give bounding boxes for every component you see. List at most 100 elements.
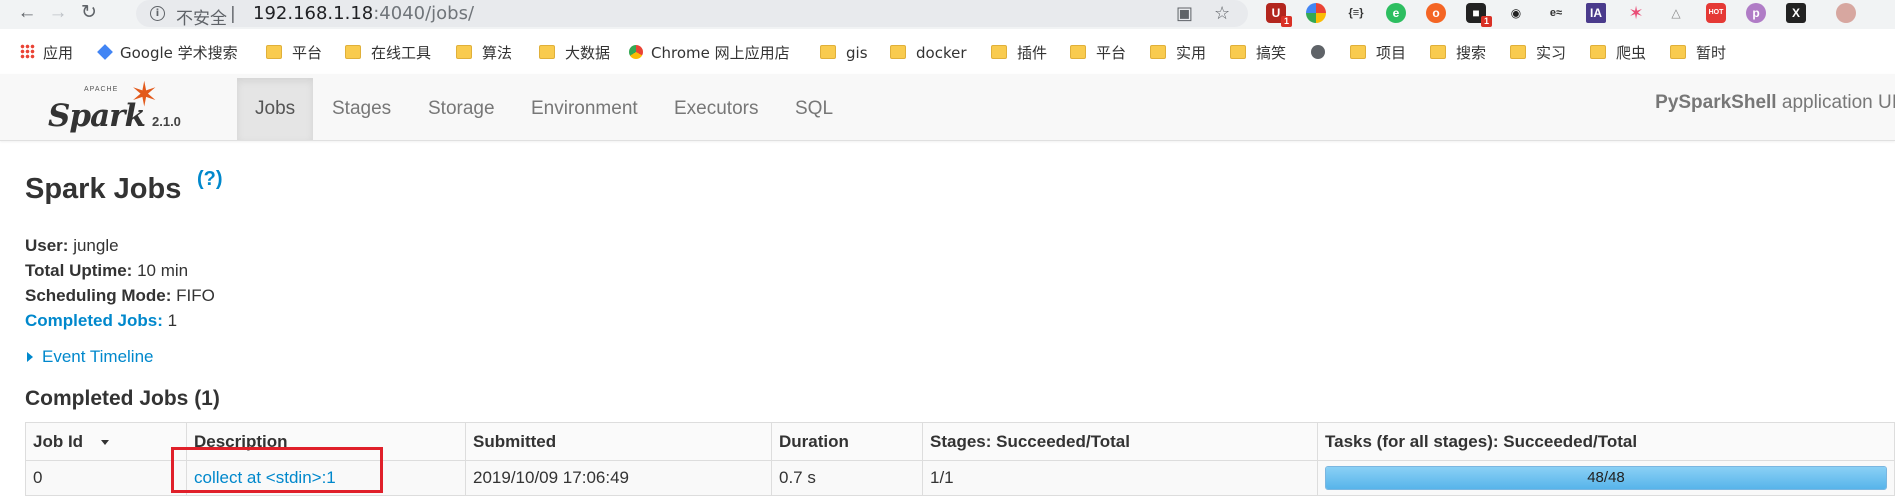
extension-mask-icon[interactable]: ◉ <box>1506 3 1526 23</box>
completed-jobs-link[interactable]: Completed Jobs: <box>25 311 163 330</box>
profile-avatar-icon[interactable] <box>1836 3 1856 23</box>
spark-logo[interactable]: APACHE ✶ Spark 2.1.0 <box>48 78 198 136</box>
extension-json-icon[interactable]: {≡} <box>1346 3 1366 23</box>
folder-icon <box>1590 44 1606 59</box>
header-label: Tasks (for all stages): Succeeded/Total <box>1325 431 1638 451</box>
extension-pinwheel-icon[interactable]: ✶ <box>1626 3 1646 23</box>
help-link[interactable]: (?) <box>197 168 223 191</box>
bookmark-label: 平台 <box>292 44 323 62</box>
star-icon[interactable]: ☆ <box>1214 3 1230 24</box>
header-label: Duration <box>779 431 849 451</box>
bookmark-label: Chrome 网上应用店 <box>651 44 790 62</box>
header-job-id[interactable]: Job Id <box>25 422 187 461</box>
bookmark-chrome-store[interactable]: Chrome 网上应用店 <box>629 43 790 63</box>
bookmark-folder[interactable]: 搜索 <box>1430 43 1486 63</box>
bookmark-label: docker <box>916 44 967 62</box>
summary-value: jungle <box>68 236 119 255</box>
tab-jobs[interactable]: Jobs <box>237 78 314 140</box>
bookmark-folder[interactable]: 插件 <box>991 43 1047 63</box>
bookmark-folder[interactable]: 暂时 <box>1670 43 1726 63</box>
bookmark-folder[interactable]: 在线工具 <box>345 43 431 63</box>
folder-icon <box>1070 44 1086 59</box>
summary-label: Scheduling Mode: <box>25 286 172 305</box>
bookmark-label: 算法 <box>482 44 513 62</box>
bookmark-folder[interactable]: 爬虫 <box>1590 43 1646 63</box>
header-duration[interactable]: Duration <box>771 422 923 461</box>
summary-completed-jobs: Completed Jobs: 1 <box>25 311 177 331</box>
extension-shield-icon[interactable]: U1 <box>1266 3 1292 27</box>
extension-ia-icon[interactable]: IA <box>1586 3 1606 23</box>
security-label: 不安全 <box>176 9 227 29</box>
folder-icon <box>890 44 906 59</box>
scholar-icon <box>97 43 113 60</box>
tab-sql[interactable]: SQL <box>777 78 851 140</box>
bookmark-globe[interactable] <box>1311 43 1325 63</box>
app-name-bold: PySparkShell <box>1655 92 1777 113</box>
header-label: Submitted <box>473 431 557 451</box>
folder-icon <box>1510 44 1526 59</box>
bookmark-label: 实习 <box>1536 44 1567 62</box>
event-timeline-toggle[interactable]: Event Timeline <box>27 347 154 367</box>
bookmark-folder[interactable]: 算法 <box>456 43 512 63</box>
header-submitted[interactable]: Submitted <box>465 422 772 461</box>
bookmark-folder[interactable]: 平台 <box>1070 43 1126 63</box>
bookmark-folder[interactable]: gis <box>820 43 868 63</box>
folder-icon <box>820 44 836 59</box>
translate-icon[interactable]: ▣ <box>1176 3 1193 24</box>
cell-stages: 1/1 <box>922 460 1318 496</box>
bookmark-folder[interactable]: docker <box>890 43 967 63</box>
bookmark-folder[interactable]: 实用 <box>1150 43 1206 63</box>
url-text[interactable]: 192.168.1.18:4040/jobs/ <box>253 3 474 24</box>
extension-dark-icon[interactable]: ■ 1 <box>1466 3 1492 27</box>
info-icon[interactable]: i <box>150 6 165 21</box>
spark-version: 2.1.0 <box>152 114 181 129</box>
bookmark-google-scholar[interactable]: Google 学术搜索 <box>97 43 238 63</box>
extension-translate-icon[interactable]: e≈ <box>1546 3 1566 23</box>
tab-executors[interactable]: Executors <box>656 78 776 140</box>
extension-chrome-icon[interactable] <box>1306 3 1326 23</box>
logo-wordmark: Spark <box>48 98 146 134</box>
summary-label: Total Uptime: <box>25 261 133 280</box>
address-bar[interactable]: i 不安全 | 192.168.1.18:4040/jobs/ ▣ ☆ <box>136 0 1248 29</box>
folder-icon <box>1430 44 1446 59</box>
app-name-suffix: application UI <box>1776 92 1895 113</box>
extension-evernote-icon[interactable]: e <box>1386 3 1406 23</box>
header-stages[interactable]: Stages: Succeeded/Total <box>922 422 1318 461</box>
extension-tree-icon[interactable]: △ <box>1666 3 1686 23</box>
tab-stages[interactable]: Stages <box>314 78 409 140</box>
forward-arrow-icon[interactable]: → <box>47 2 69 24</box>
header-label: Stages: Succeeded/Total <box>930 431 1130 451</box>
bookmark-label: 在线工具 <box>371 44 432 62</box>
bookmark-folder[interactable]: 实习 <box>1510 43 1566 63</box>
cell-duration: 0.7 s <box>771 460 923 496</box>
extension-red-icon[interactable]: HOT <box>1706 3 1726 23</box>
bookmark-apps[interactable]: 应用 <box>20 43 73 63</box>
chrome-store-icon <box>629 44 643 59</box>
extension-badge: 1 <box>1480 16 1492 27</box>
bookmark-folder[interactable]: 平台 <box>266 43 322 63</box>
tab-environment[interactable]: Environment <box>513 78 656 140</box>
bookmark-folder[interactable]: 大数据 <box>539 43 610 63</box>
tasks-progress-bar: 48/48 <box>1325 466 1887 490</box>
progress-text: 48/48 <box>1587 469 1625 486</box>
bookmark-label: 暂时 <box>1696 44 1727 62</box>
bookmark-folder[interactable]: 搞笑 <box>1230 43 1286 63</box>
folder-icon <box>539 44 555 59</box>
header-tasks[interactable]: Tasks (for all stages): Succeeded/Total <box>1317 422 1895 461</box>
folder-icon <box>456 44 472 59</box>
page-title: Spark Jobs <box>25 173 182 205</box>
tab-storage[interactable]: Storage <box>410 78 513 140</box>
back-arrow-icon[interactable]: ← <box>16 2 38 24</box>
extension-lifebuoy-icon[interactable]: o <box>1426 3 1446 23</box>
bookmark-folder[interactable]: 项目 <box>1350 43 1406 63</box>
extension-x-icon[interactable]: X <box>1786 3 1806 23</box>
bookmark-label: 实用 <box>1176 44 1207 62</box>
event-timeline-label: Event Timeline <box>42 347 154 366</box>
summary-value: FIFO <box>171 286 215 305</box>
reload-icon[interactable]: ↻ <box>78 2 100 24</box>
bookmark-label: 大数据 <box>565 44 611 62</box>
extension-purple-icon[interactable]: p <box>1746 3 1766 23</box>
extension-badge: 1 <box>1280 16 1292 27</box>
summary-value: 10 min <box>132 261 189 280</box>
apps-grid-icon <box>20 44 35 59</box>
